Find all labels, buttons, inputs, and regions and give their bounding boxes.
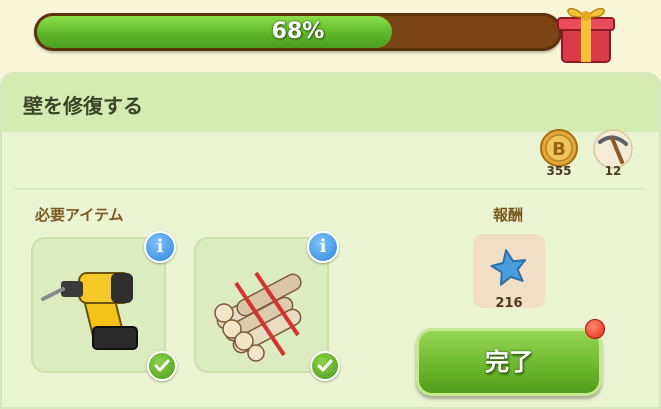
reward-label: 報酬 <box>493 206 524 224</box>
complete-button[interactable]: 完了 <box>416 328 602 396</box>
progress-bar: 68% <box>34 13 562 51</box>
required-items-label: 必要アイテム <box>35 206 124 224</box>
svg-text:B: B <box>552 139 566 160</box>
panel-header: 壁を修復する <box>2 74 659 132</box>
required-item-wood[interactable]: i <box>194 231 340 381</box>
drill-icon <box>41 272 138 350</box>
required-item-drill[interactable]: i <box>31 231 177 381</box>
check-icon <box>310 351 340 381</box>
complete-button-label: 完了 <box>485 348 533 376</box>
info-button[interactable]: i <box>307 231 339 263</box>
gift-box-icon[interactable] <box>552 0 618 66</box>
info-button[interactable]: i <box>144 231 176 263</box>
wood-logs-icon <box>214 271 302 362</box>
coin-count: 355 <box>546 164 572 178</box>
divider <box>14 188 646 190</box>
pickaxe-count: 12 <box>604 164 622 178</box>
panel-title: 壁を修復する <box>23 94 143 118</box>
progress-percent: 68% <box>271 19 325 44</box>
reward-count: 216 <box>495 296 523 311</box>
check-icon <box>147 351 177 381</box>
blue-star-icon <box>490 249 527 286</box>
notification-dot <box>585 319 605 339</box>
